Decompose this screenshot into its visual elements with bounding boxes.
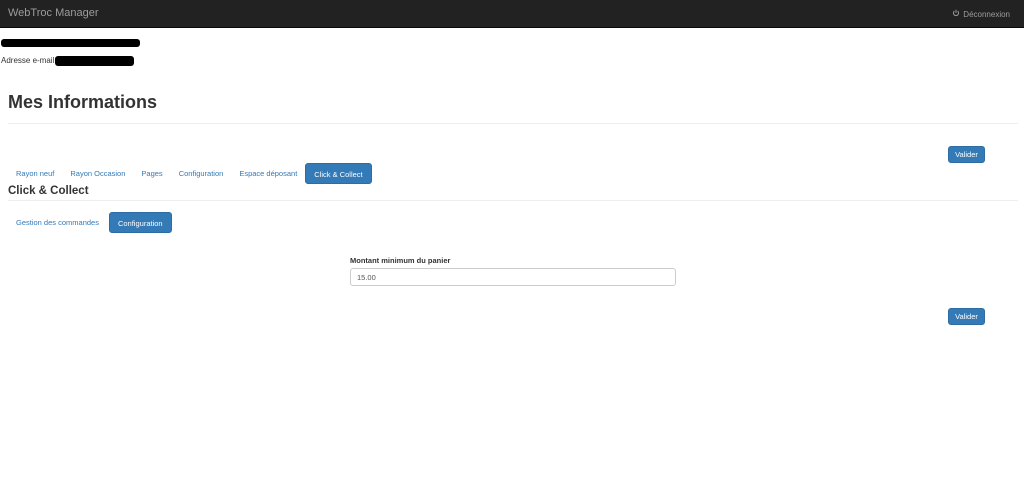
top-navbar: WebTroc Manager Déconnexion [0, 0, 1024, 28]
page-title: Mes Informations [8, 92, 158, 112]
title-divider [8, 123, 1018, 124]
sub-tabs: Gestion des commandes Configuration [8, 212, 172, 233]
tab-click-collect[interactable]: Click & Collect [305, 163, 372, 184]
tab-rayon-occasion[interactable]: Rayon Occasion [62, 163, 133, 184]
redacted-username [1, 39, 140, 47]
min-basket-label: Montant minimum du panier [350, 256, 451, 265]
email-label: Adresse e-mail: [1, 56, 57, 65]
tab-configuration[interactable]: Configuration [171, 163, 232, 184]
validate-button-bottom[interactable]: Valider [948, 308, 985, 325]
section-divider [8, 200, 1018, 201]
section-title: Click & Collect [8, 185, 89, 197]
subtab-gestion-commandes[interactable]: Gestion des commandes [8, 212, 107, 233]
power-icon [952, 9, 960, 19]
min-basket-input[interactable] [350, 268, 676, 286]
logout-link[interactable]: Déconnexion [952, 9, 1010, 19]
tab-pages[interactable]: Pages [133, 163, 170, 184]
brand-title[interactable]: WebTroc Manager [8, 7, 98, 19]
tab-rayon-neuf[interactable]: Rayon neuf [8, 163, 62, 184]
logout-label: Déconnexion [963, 9, 1010, 19]
redacted-email [55, 56, 134, 66]
subtab-configuration[interactable]: Configuration [108, 212, 172, 233]
tab-espace-deposant[interactable]: Espace déposant [231, 163, 305, 184]
validate-button-top[interactable]: Valider [948, 146, 985, 163]
main-tabs: Rayon neuf Rayon Occasion Pages Configur… [8, 163, 372, 184]
